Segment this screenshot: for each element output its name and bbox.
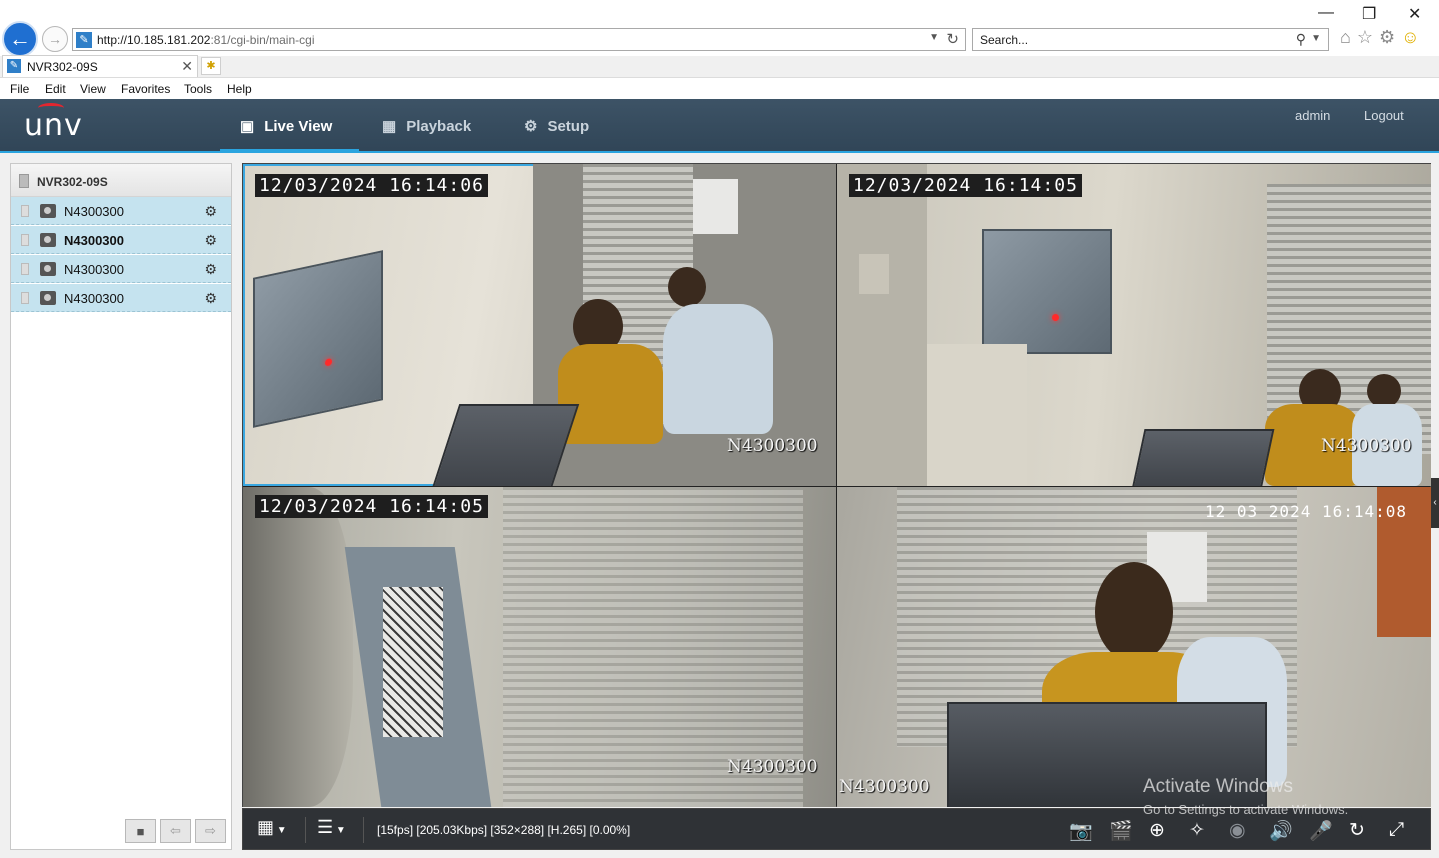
record-status-icon[interactable]: ⚙ — [204, 290, 217, 307]
volume-icon[interactable]: 🔊 — [1269, 819, 1293, 843]
drag-handle-icon[interactable] — [21, 234, 29, 246]
previous-page-button[interactable]: ⇦ — [160, 819, 191, 843]
camera-icon — [40, 204, 56, 218]
camera-item[interactable]: N4300300 ⚙ — [11, 197, 231, 225]
camera-icon — [40, 291, 56, 305]
new-tab-icon[interactable]: ✱ — [201, 57, 221, 75]
browser-chrome: ← → ✎ http://10.185.181.202:81/cgi-bin/m… — [0, 0, 1439, 57]
collapse-panel-icon[interactable]: ‹ — [1431, 478, 1439, 528]
nav-playback[interactable]: ▦ Playback — [382, 99, 471, 153]
film-icon: ▦ — [382, 118, 397, 135]
feedback-smiley-icon[interactable]: ☺ — [1401, 27, 1419, 48]
timestamp-overlay: 12/03/2024 16:14:06 — [255, 174, 488, 197]
nav-live-view[interactable]: ▣ Live View — [240, 99, 332, 153]
tab-title: NVR302-09S — [27, 60, 98, 74]
monitor-icon: ▣ — [240, 118, 255, 135]
browser-tab[interactable]: ✎ NVR302-09S ✕ — [2, 55, 198, 77]
menu-tools[interactable]: Tools — [184, 82, 212, 96]
close-window-icon[interactable]: ✕ — [1408, 4, 1421, 24]
3d-positioning-icon[interactable]: ↻ — [1349, 819, 1365, 842]
menu-help[interactable]: Help — [227, 82, 252, 96]
live-view-grid: 12/03/2024 16:14:06 N4300300 12/03/2024 … — [242, 163, 1431, 807]
nvr-device-icon — [19, 174, 29, 188]
menu-file[interactable]: File — [10, 82, 29, 96]
next-page-button[interactable]: ⇨ — [195, 819, 226, 843]
camera-name-overlay: N4300300 — [727, 757, 818, 777]
close-tab-icon[interactable]: ✕ — [181, 58, 193, 75]
drag-handle-icon[interactable] — [21, 205, 29, 217]
address-bar[interactable]: ✎ http://10.185.181.202:81/cgi-bin/main-… — [72, 28, 966, 51]
camera-icon — [40, 262, 56, 276]
back-arrow-icon[interactable]: ← — [2, 21, 38, 57]
video-tile[interactable]: 12/03/2024 16:14:05 N4300300 — [837, 164, 1431, 486]
record-status-icon[interactable]: ⚙ — [204, 232, 217, 249]
nav-setup[interactable]: ⚙ Setup — [524, 99, 589, 153]
menu-edit[interactable]: Edit — [45, 82, 66, 96]
restore-icon[interactable]: ❐ — [1362, 4, 1376, 24]
fullscreen-icon[interactable]: ⤢ — [1389, 819, 1404, 841]
app-header — [0, 99, 1439, 153]
site-favicon-icon: ✎ — [76, 32, 92, 48]
home-icon[interactable]: ⌂ — [1340, 27, 1351, 48]
timestamp-overlay: 12 03 2024 16:14:08 — [1205, 502, 1408, 521]
video-tile[interactable]: 12 03 2024 16:14:08 N4300300 — [837, 487, 1431, 807]
favorites-star-icon[interactable]: ☆ — [1357, 27, 1373, 48]
digital-zoom-icon[interactable]: ⊕ — [1149, 819, 1165, 842]
video-tile[interactable]: 12/03/2024 16:14:06 N4300300 — [243, 164, 836, 486]
device-sidebar: NVR302-09S N4300300 ⚙ N4300300 ⚙ N430030… — [10, 163, 232, 850]
camera-item[interactable]: N4300300 ⚙ — [11, 284, 231, 312]
unv-logo: unv — [24, 103, 83, 143]
snapshot-icon[interactable]: 📷 — [1069, 819, 1093, 843]
video-tile[interactable]: 12/03/2024 16:14:05 N4300300 — [243, 487, 836, 807]
stop-all-button[interactable]: ■ — [125, 819, 156, 843]
camera-name-overlay: N4300300 — [1321, 436, 1412, 456]
activate-windows-watermark: Activate Windows Go to Settings to activ… — [1143, 776, 1349, 817]
forward-arrow-icon[interactable]: → — [42, 26, 68, 52]
drag-handle-icon[interactable] — [21, 263, 29, 275]
gear-icon: ⚙ — [524, 118, 538, 135]
menu-bar: File Edit View Favorites Tools Help — [0, 78, 1439, 99]
minimize-icon[interactable]: — — [1318, 4, 1334, 22]
menu-view[interactable]: View — [80, 82, 106, 96]
url-text: http://10.185.181.202:81/cgi-bin/main-cg… — [97, 33, 315, 47]
user-name: admin — [1295, 108, 1331, 123]
tab-favicon-icon: ✎ — [7, 59, 21, 73]
active-nav-indicator — [220, 149, 359, 153]
ptz-control-icon[interactable]: ✧ — [1189, 819, 1205, 842]
record-clip-icon[interactable]: 🎬 — [1109, 819, 1133, 843]
stream-type-icon[interactable]: ☰ ▼ — [317, 817, 346, 838]
drag-handle-icon[interactable] — [21, 292, 29, 304]
logout-link[interactable]: Logout — [1364, 108, 1404, 123]
refresh-icon[interactable]: ↻ — [946, 30, 959, 48]
fisheye-icon[interactable]: ◉ — [1229, 819, 1246, 842]
search-dropdown-icon[interactable]: ▼ — [1311, 33, 1321, 44]
layout-grid-icon[interactable]: ▦ ▼ — [257, 817, 287, 838]
camera-item[interactable]: N4300300 ⚙ — [11, 226, 231, 254]
microphone-icon[interactable]: 🎤 — [1309, 819, 1333, 843]
browser-search-input[interactable]: Search... ⚲ ▼ — [972, 28, 1329, 51]
camera-name-overlay: N4300300 — [727, 436, 818, 456]
stream-info: [15fps] [205.03Kbps] [352×288] [H.265] [… — [377, 823, 631, 837]
timestamp-overlay: 12/03/2024 16:14:05 — [255, 495, 488, 518]
menu-favorites[interactable]: Favorites — [121, 82, 170, 96]
camera-name-overlay: N4300300 — [839, 777, 930, 797]
camera-item[interactable]: N4300300 ⚙ — [11, 255, 231, 283]
settings-gear-icon[interactable]: ⚙ — [1379, 27, 1395, 48]
camera-icon — [40, 233, 56, 247]
device-node[interactable]: NVR302-09S — [11, 164, 231, 197]
record-status-icon[interactable]: ⚙ — [204, 261, 217, 278]
record-status-icon[interactable]: ⚙ — [204, 203, 217, 220]
address-dropdown-icon[interactable]: ▼ — [929, 32, 939, 43]
search-icon[interactable]: ⚲ — [1296, 31, 1306, 48]
timestamp-overlay: 12/03/2024 16:14:05 — [849, 174, 1082, 197]
